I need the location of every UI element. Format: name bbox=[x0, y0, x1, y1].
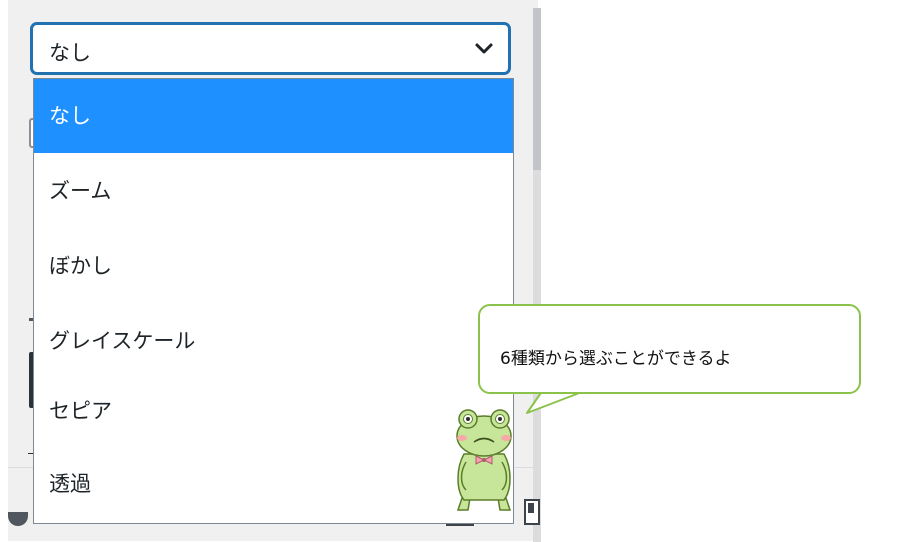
block-toolbar-icon-inner bbox=[528, 503, 534, 513]
option-zoom[interactable]: ズーム bbox=[34, 154, 513, 228]
filter-dropdown-list: なし ズーム ぼかし グレイスケール セピア 透過 bbox=[33, 78, 514, 524]
frog-mascot-icon bbox=[456, 409, 512, 511]
block-toolbar-icon[interactable] bbox=[524, 499, 540, 525]
option-transparent[interactable]: 透過 bbox=[34, 447, 513, 521]
filter-select[interactable]: なし bbox=[31, 23, 510, 74]
option-sepia[interactable]: セピア bbox=[34, 374, 513, 448]
speech-bubble: 6種類から選ぶことができるよ bbox=[478, 304, 861, 394]
chevron-down-icon bbox=[474, 41, 494, 61]
hidden-toolbar-icon-left bbox=[8, 512, 28, 526]
select-current-value: なし bbox=[49, 41, 91, 65]
option-blur[interactable]: ぼかし bbox=[34, 229, 513, 303]
speech-bubble-text: 6種類から選ぶことができるよ bbox=[500, 349, 732, 369]
panel-scrollbar[interactable] bbox=[533, 8, 541, 542]
panel-scrollbar-thumb[interactable] bbox=[533, 8, 541, 170]
option-grayscale[interactable]: グレイスケール bbox=[34, 304, 513, 378]
option-none[interactable]: なし bbox=[34, 79, 513, 153]
